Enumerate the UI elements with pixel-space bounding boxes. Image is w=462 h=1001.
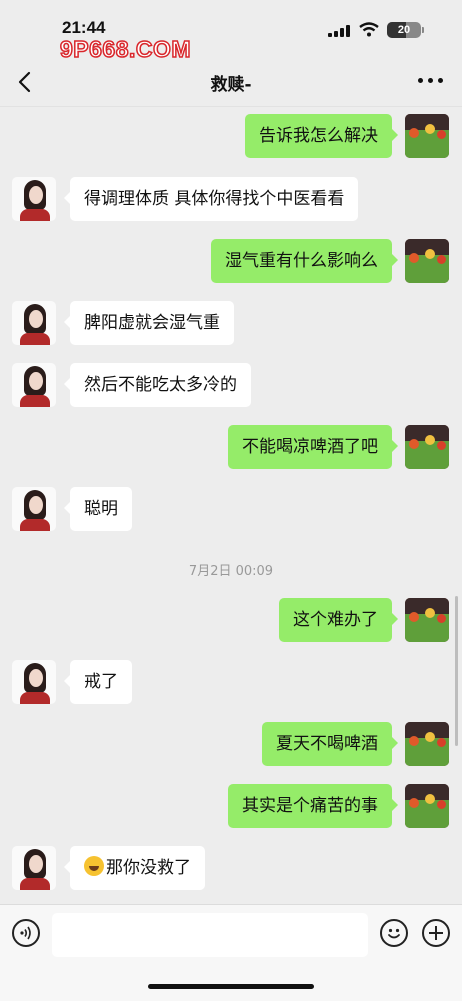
message-bubble[interactable]: 告诉我怎么解决	[245, 114, 398, 158]
my-avatar[interactable]	[405, 239, 449, 283]
my-avatar[interactable]	[405, 425, 449, 469]
message-timestamp: 7月2日 00:09	[188, 564, 274, 579]
battery-level: 20	[397, 24, 411, 36]
wifi-icon	[359, 22, 379, 37]
voice-input-icon[interactable]	[12, 919, 40, 947]
my-avatar[interactable]	[405, 722, 449, 766]
message-text: 那你没救了	[106, 858, 191, 878]
message-list[interactable]: 告诉我怎么解决 得调理体质 具体你得找个中医看看 湿气重有什么影响么 脾阳虚就会…	[0, 106, 462, 906]
message-bubble[interactable]: 湿气重有什么影响么	[211, 239, 398, 283]
message-bubble[interactable]: 然后不能吃太多冷的	[64, 363, 251, 407]
my-avatar[interactable]	[405, 114, 449, 158]
status-time: 21:44	[62, 18, 106, 37]
message-input[interactable]	[52, 913, 368, 957]
scrollbar[interactable]	[455, 596, 458, 746]
cellular-signal-icon	[328, 25, 350, 37]
message-bubble[interactable]: 脾阳虚就会湿气重	[64, 301, 234, 345]
message-bubble[interactable]: 不能喝凉啤酒了吧	[228, 425, 398, 469]
contact-avatar[interactable]	[12, 660, 56, 704]
contact-avatar[interactable]	[12, 177, 56, 221]
more-options-icon[interactable]	[418, 78, 444, 86]
contact-avatar[interactable]	[12, 301, 56, 345]
contact-avatar[interactable]	[12, 363, 56, 407]
laughing-tears-icon	[84, 856, 104, 876]
message-bubble[interactable]: 戒了	[64, 660, 132, 704]
message-bubble[interactable]: 得调理体质 具体你得找个中医看看	[63, 177, 359, 221]
battery-tip	[422, 27, 424, 33]
home-indicator[interactable]	[148, 984, 314, 989]
contact-avatar[interactable]	[12, 846, 56, 890]
my-avatar[interactable]	[405, 784, 449, 828]
chat-header: 救赎-	[0, 58, 462, 107]
emoji-icon[interactable]	[380, 919, 408, 947]
add-more-icon[interactable]	[422, 919, 450, 947]
message-bubble[interactable]: 这个难办了	[279, 598, 398, 642]
message-bubble[interactable]: 夏天不喝啤酒	[262, 722, 398, 766]
contact-avatar[interactable]	[12, 487, 56, 531]
chat-title: 救赎-	[210, 75, 252, 95]
battery-icon: 20	[387, 22, 421, 38]
message-bubble[interactable]: 聪明	[64, 487, 132, 531]
my-avatar[interactable]	[405, 598, 449, 642]
message-bubble[interactable]: 那你没救了	[64, 846, 205, 890]
message-bubble[interactable]: 其实是个痛苦的事	[228, 784, 398, 828]
